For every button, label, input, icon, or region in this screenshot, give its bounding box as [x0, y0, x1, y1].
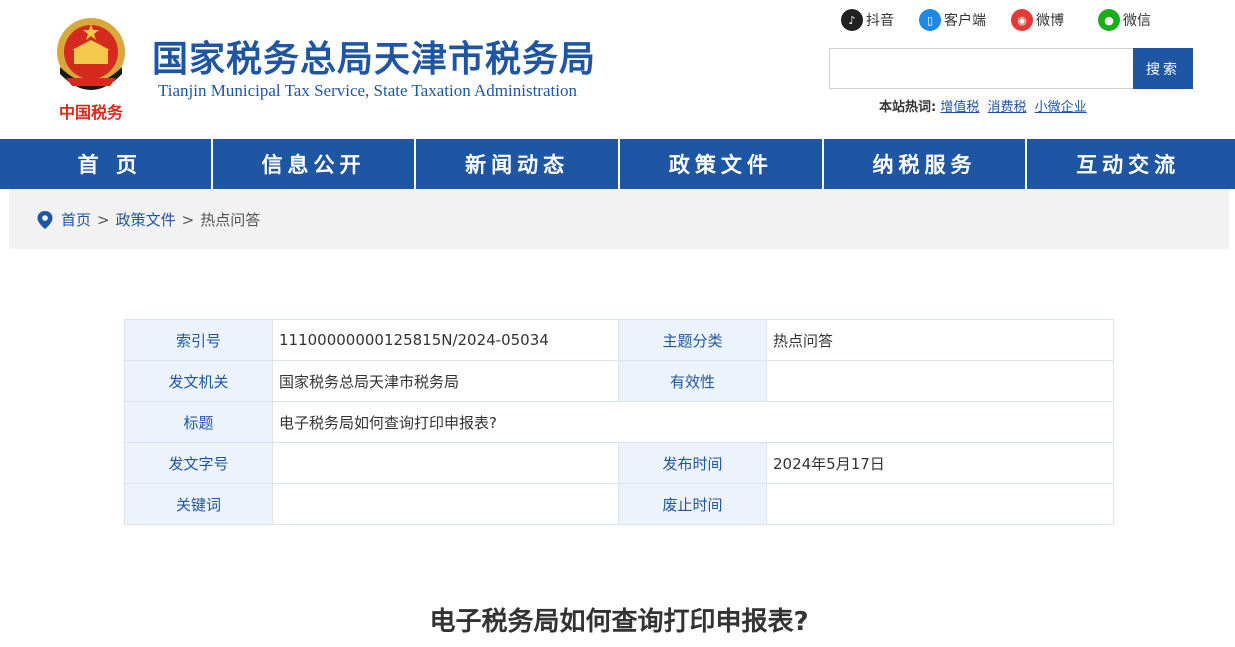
breadcrumb-policy[interactable]: 政策文件	[116, 209, 176, 230]
site-title[interactable]: 国家税务总局天津市税务局	[152, 30, 596, 82]
mobile-app-icon: ▯	[919, 9, 941, 31]
social-weibo[interactable]: ◉ 微博	[1011, 9, 1064, 31]
issuer-value: 国家税务总局天津市税务局	[272, 360, 619, 402]
nav-item-news[interactable]: 新闻动态	[416, 139, 621, 189]
wechat-icon: ●	[1098, 9, 1120, 31]
hot-word-link[interactable]: 增值税	[940, 100, 979, 115]
social-wechat[interactable]: ● 微信	[1098, 9, 1151, 31]
content-area: 索引号 11100000000125815N/2024-05034 主题分类 热…	[9, 249, 1229, 647]
hot-word-link[interactable]: 小微企业	[1035, 100, 1087, 115]
pubdate-label: 发布时间	[618, 442, 767, 484]
breadcrumb-current: 热点问答	[200, 211, 261, 229]
nav-item-interaction[interactable]: 互动交流	[1027, 139, 1229, 189]
index-label: 索引号	[124, 319, 273, 361]
social-app-label: 客户端	[944, 13, 986, 29]
nav-item-policy[interactable]: 政策文件	[620, 139, 824, 189]
breadcrumb-bar: 首页 > 政策文件 > 热点问答	[9, 189, 1229, 249]
site-header: 中国税务 国家税务总局天津市税务局 Tianjin Municipal Tax …	[0, 0, 1235, 139]
pubdate-value: 2024年5月17日	[766, 442, 1114, 484]
main-nav: 首 页 信息公开 新闻动态 政策文件 纳税服务 互动交流	[9, 139, 1229, 189]
nav-item-tax-service[interactable]: 纳税服务	[824, 139, 1028, 189]
article-title: 电子税务局如何查询打印申报表?	[429, 607, 809, 637]
emblem-text: 中国税务	[59, 103, 124, 122]
hot-words: 本站热词: 增值税 消费税 小微企业	[879, 96, 1091, 115]
site-subtitle: Tianjin Municipal Tax Service, State Tax…	[158, 81, 577, 100]
docno-label: 发文字号	[124, 442, 273, 484]
social-app[interactable]: ▯ 客户端	[919, 9, 986, 31]
social-weibo-label: 微博	[1036, 13, 1064, 29]
keywords-label: 关键词	[124, 483, 273, 525]
hot-words-label: 本站热词:	[879, 100, 937, 115]
title-value: 电子税务局如何查询打印申报表?	[272, 401, 1114, 443]
breadcrumb: 首页 > 政策文件 > 热点问答	[37, 209, 260, 230]
topic-value: 热点问答	[766, 319, 1114, 361]
table-row: 关键词 废止时间	[124, 483, 1114, 525]
table-row: 索引号 11100000000125815N/2024-05034 主题分类 热…	[124, 319, 1114, 361]
expire-value	[766, 483, 1114, 525]
docno-value	[272, 442, 619, 484]
social-douyin[interactable]: ♪ 抖音	[841, 9, 894, 31]
social-douyin-label: 抖音	[866, 13, 894, 29]
index-value: 11100000000125815N/2024-05034	[272, 319, 619, 361]
table-row: 标题 电子税务局如何查询打印申报表?	[124, 401, 1114, 443]
table-row: 发文字号 发布时间 2024年5月17日	[124, 442, 1114, 484]
nav-item-info-disclosure[interactable]: 信息公开	[213, 139, 417, 189]
table-row: 发文机关 国家税务总局天津市税务局 有效性	[124, 360, 1114, 402]
breadcrumb-separator: >	[181, 210, 195, 229]
validity-value	[766, 360, 1114, 402]
breadcrumb-separator: >	[97, 210, 110, 229]
nav-item-home[interactable]: 首 页	[9, 139, 213, 189]
issuer-label: 发文机关	[124, 360, 273, 402]
hot-word-link[interactable]: 消费税	[988, 100, 1027, 115]
search-input[interactable]	[829, 48, 1134, 89]
weibo-icon: ◉	[1011, 9, 1033, 31]
location-pin-icon	[37, 210, 53, 229]
validity-label: 有效性	[618, 360, 767, 402]
nav-edge-left	[0, 139, 9, 189]
expire-label: 废止时间	[618, 483, 767, 525]
emblem-logo-icon[interactable]: 中国税务	[50, 12, 132, 124]
metadata-table: 索引号 11100000000125815N/2024-05034 主题分类 热…	[124, 319, 1114, 525]
breadcrumb-home[interactable]: 首页	[61, 209, 91, 230]
search-button[interactable]: 搜索	[1133, 48, 1193, 89]
title-label: 标题	[124, 401, 273, 443]
douyin-icon: ♪	[841, 9, 863, 31]
nav-edge-right	[1229, 139, 1235, 189]
social-wechat-label: 微信	[1123, 13, 1151, 29]
topic-label: 主题分类	[618, 319, 767, 361]
keywords-value	[272, 483, 619, 525]
